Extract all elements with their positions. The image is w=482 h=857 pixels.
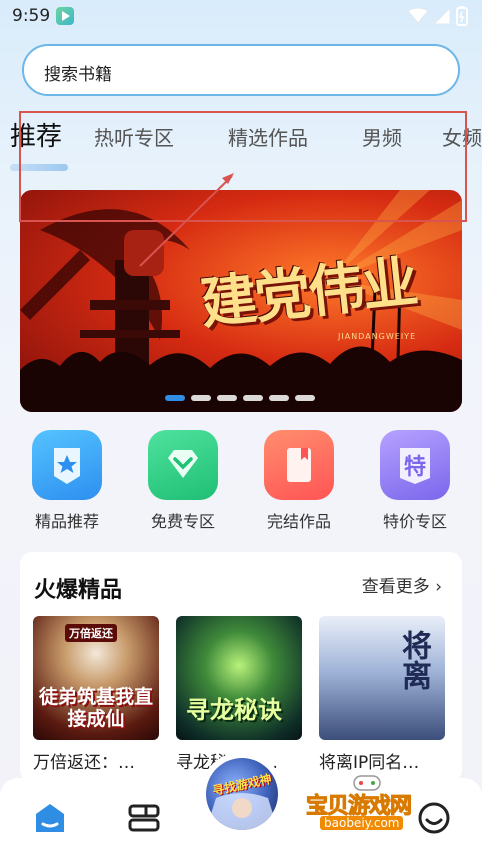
bookshelf-icon[interactable]	[124, 798, 164, 838]
carousel-dot[interactable]	[269, 395, 289, 401]
search-placeholder: 搜索书籍	[44, 65, 112, 85]
hot-section-card: 火爆精品 查看更多 › 万倍返还 徒弟筑基我直接成仙 万倍返还：… 寻龙秘诀 寻…	[20, 552, 462, 782]
watermark-url: baobeiy.com	[320, 816, 404, 830]
quick-entry-free[interactable]: 免费专区	[138, 430, 228, 532]
cover-title: 寻龙秘诀	[186, 695, 282, 724]
status-bar: 9:59	[0, 0, 482, 34]
quick-entry-label: 免费专区	[150, 512, 215, 531]
book-item[interactable]: 寻龙秘诀 寻龙秘诀：…	[176, 616, 302, 773]
cover-tag: 万倍返还	[65, 624, 117, 642]
quick-entry-label: 特价专区	[382, 512, 447, 531]
see-more-link[interactable]: 查看更多 ›	[362, 572, 442, 597]
quick-entry-premium[interactable]: 精品推荐	[22, 430, 112, 532]
section-title: 火爆精品	[34, 578, 123, 603]
carousel-dot[interactable]	[243, 395, 263, 401]
wifi-icon	[408, 8, 428, 24]
tag-icon: 特	[380, 430, 450, 500]
book-item[interactable]: 万倍返还 徒弟筑基我直接成仙 万倍返还：…	[33, 616, 159, 773]
diamond-icon	[148, 430, 218, 500]
book-cover: 万倍返还 徒弟筑基我直接成仙	[33, 616, 159, 740]
cover-title: 将离	[396, 630, 431, 690]
banner-carousel[interactable]: 建党伟业 JIANDANGWEIYE	[20, 190, 462, 412]
watermark-logo: 宝贝游戏网 baobeiy.com	[305, 772, 424, 838]
book-item[interactable]: 将离 将离IP同名…	[319, 616, 445, 773]
game-icon: 寻找游戏神	[206, 758, 278, 830]
book-cover: 将离	[319, 616, 445, 740]
center-game-button[interactable]: 寻找游戏神	[200, 752, 284, 836]
star-icon	[32, 430, 102, 500]
status-time: 9:59	[12, 6, 51, 26]
carousel-dots	[165, 395, 315, 401]
carousel-dot[interactable]	[165, 395, 185, 401]
carousel-dot[interactable]	[191, 395, 211, 401]
book-title: 将离IP同名…	[319, 753, 420, 773]
signal-icon	[434, 8, 450, 24]
see-more-label: 查看更多	[361, 577, 430, 597]
svg-text:特: 特	[404, 454, 426, 480]
cover-title: 徒弟筑基我直接成仙	[39, 686, 154, 730]
banner-subtitle: JIANDANGWEIYE	[338, 332, 417, 341]
annotation-box	[19, 111, 467, 222]
quick-entry-sale[interactable]: 特 特价专区	[370, 430, 460, 532]
carousel-dot[interactable]	[217, 395, 237, 401]
battery-icon	[456, 6, 468, 26]
book-cover: 寻龙秘诀	[176, 616, 302, 740]
status-icons	[408, 6, 468, 26]
quick-entry-finished[interactable]: 完结作品	[254, 430, 344, 532]
book-icon	[264, 430, 334, 500]
quick-entry-label: 精品推荐	[34, 512, 99, 531]
quick-entry-label: 完结作品	[266, 512, 331, 531]
home-icon[interactable]	[30, 798, 70, 838]
carousel-dot[interactable]	[295, 395, 315, 401]
app-icon	[56, 7, 74, 25]
book-title: 万倍返还：…	[33, 753, 135, 773]
chevron-right-icon: ›	[435, 577, 442, 597]
search-input[interactable]: 搜索书籍	[22, 44, 460, 96]
